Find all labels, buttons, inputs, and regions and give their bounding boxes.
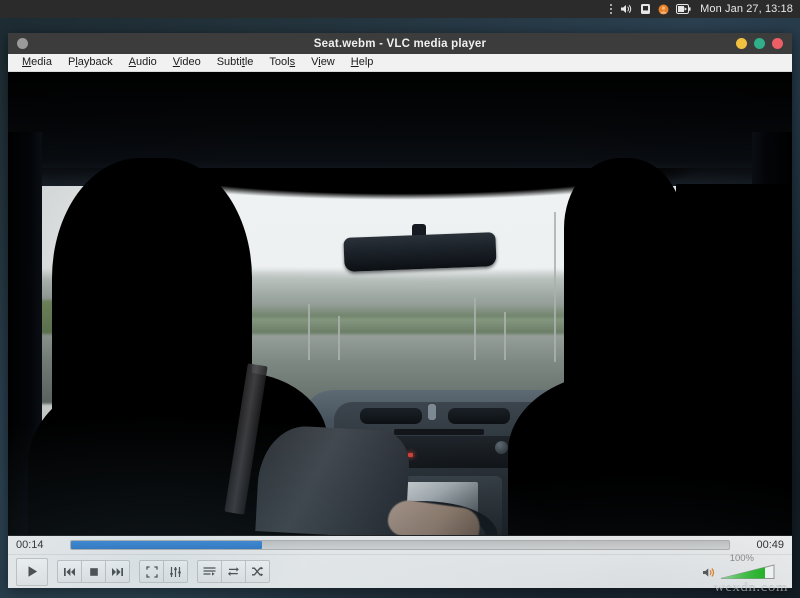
system-clock[interactable]: Mon Jan 27, 13:18 — [698, 3, 793, 15]
menu-item-media[interactable]: Media — [14, 54, 60, 71]
shuffle-button[interactable] — [245, 560, 270, 583]
volume-mute-icon[interactable] — [702, 566, 716, 580]
window-menu-icon[interactable] — [17, 38, 28, 49]
minimize-button[interactable] — [736, 38, 747, 49]
seek-progress-fill — [71, 541, 262, 549]
battery-icon[interactable] — [676, 0, 691, 18]
video-car-roof — [8, 72, 792, 168]
transport-button-group — [57, 560, 130, 583]
playlist-button-group — [197, 560, 270, 583]
menu-item-audio[interactable]: Audio — [121, 54, 165, 71]
video-pole — [474, 298, 476, 360]
video-pole — [308, 304, 310, 360]
window-buttons — [736, 38, 792, 49]
system-top-panel: Mon Jan 27, 13:18 — [0, 0, 800, 18]
close-button[interactable] — [772, 38, 783, 49]
video-vent-divider — [428, 404, 436, 420]
volume-slider[interactable] — [720, 564, 776, 580]
menu-item-view[interactable]: View — [303, 54, 343, 71]
video-air-vent-left — [360, 408, 422, 424]
extended-settings-button[interactable] — [163, 560, 188, 583]
menu-item-subtitle[interactable]: Subtitle — [209, 54, 262, 71]
play-button[interactable] — [16, 558, 48, 586]
menubar: MediaPlaybackAudioVideoSubtitleToolsView… — [8, 54, 792, 72]
menu-item-help[interactable]: Help — [343, 54, 382, 71]
stop-button[interactable] — [81, 560, 105, 583]
window-title: Seat.webm - VLC media player — [8, 38, 792, 50]
user-avatar-icon[interactable] — [658, 0, 669, 18]
system-tray: Mon Jan 27, 13:18 — [610, 0, 800, 18]
vlc-window: Seat.webm - VLC media player MediaPlayba… — [8, 33, 792, 588]
video-rear-seat-right — [676, 184, 792, 535]
maximize-button[interactable] — [754, 38, 765, 49]
volume-percent-label: 100% — [730, 553, 754, 564]
next-button[interactable] — [105, 560, 130, 583]
control-bar: 100% — [8, 554, 792, 588]
video-surface[interactable] — [8, 72, 792, 535]
window-titlebar[interactable]: Seat.webm - VLC media player — [8, 33, 792, 54]
video-pole — [504, 312, 506, 360]
video-air-vent-right — [448, 408, 510, 424]
bluetooth-icon[interactable] — [640, 0, 651, 18]
video-radio-led — [408, 453, 413, 457]
menu-item-playback[interactable]: Playback — [60, 54, 121, 71]
video-pole — [338, 316, 340, 360]
previous-button[interactable] — [57, 560, 81, 583]
desktop: Mon Jan 27, 13:18 Seat.webm - VLC media … — [0, 0, 800, 598]
playlist-button[interactable] — [197, 560, 221, 583]
view-button-group — [139, 560, 188, 583]
menu-item-tools[interactable]: Tools — [261, 54, 303, 71]
volume-control: 100% — [702, 564, 784, 580]
loop-button[interactable] — [221, 560, 245, 583]
volume-icon[interactable] — [620, 0, 633, 18]
video-rearview-mirror — [343, 232, 496, 272]
video-pole — [554, 212, 556, 362]
video-radio-buttons — [394, 429, 484, 435]
video-radio-knob-right — [495, 441, 508, 454]
fullscreen-button[interactable] — [139, 560, 163, 583]
total-time: 00:49 — [738, 539, 784, 551]
seek-bar-row: 00:14 00:49 — [8, 535, 792, 554]
seek-slider[interactable] — [70, 540, 730, 550]
menu-item-video[interactable]: Video — [165, 54, 209, 71]
elapsed-time: 00:14 — [16, 539, 62, 551]
overflow-dots-icon[interactable] — [610, 4, 613, 14]
